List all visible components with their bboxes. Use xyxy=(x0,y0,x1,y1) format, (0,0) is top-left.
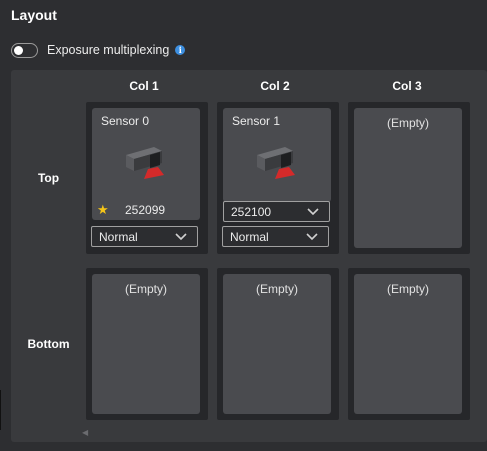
sensor-camera-icon xyxy=(257,147,295,179)
empty-tile[interactable]: (Empty) xyxy=(354,108,462,248)
layout-panel: Layout Exposure multiplexing i Col 1 Col… xyxy=(0,0,487,451)
mode-select-value: Normal xyxy=(230,229,269,244)
row-header-bottom: Bottom xyxy=(27,337,70,351)
sensor-name: Sensor 0 xyxy=(101,114,150,128)
sensor-grid: Col 1 Col 2 Col 3 Top Bottom Sensor 0 ★ … xyxy=(11,70,487,442)
serial-row: ★ 252099 xyxy=(97,202,165,218)
sensor-serial: 252099 xyxy=(125,203,166,217)
star-icon: ★ xyxy=(97,202,109,217)
chevron-down-icon xyxy=(307,208,319,216)
empty-label: (Empty) xyxy=(125,282,167,296)
row-header-top: Top xyxy=(37,171,60,185)
empty-tile[interactable]: (Empty) xyxy=(354,274,462,414)
empty-tile[interactable]: (Empty) xyxy=(223,274,331,414)
sensor-camera-icon xyxy=(126,147,164,179)
chevron-down-icon xyxy=(175,233,187,241)
exposure-multiplexing-row: Exposure multiplexing i xyxy=(11,41,186,59)
column-header-2: Col 2 xyxy=(260,79,290,93)
grid-cell-bottom-col1[interactable]: (Empty) xyxy=(86,268,208,420)
mode-select[interactable]: Normal xyxy=(91,226,198,247)
toggle-knob xyxy=(14,45,23,55)
mode-select-value: Normal xyxy=(99,229,138,244)
chevron-down-icon xyxy=(306,233,318,241)
column-header-3: Col 3 xyxy=(392,79,422,93)
grid-cell-top-col1[interactable]: Sensor 0 ★ 252099 Normal xyxy=(86,102,208,254)
scroll-left-arrow-icon[interactable]: ◀ xyxy=(82,428,88,437)
empty-label: (Empty) xyxy=(256,282,298,296)
exposure-multiplexing-label: Exposure multiplexing xyxy=(47,43,170,57)
sensor-tile[interactable]: Sensor 0 ★ 252099 xyxy=(92,108,200,220)
sensor-name: Sensor 1 xyxy=(232,114,281,128)
grid-cell-top-col2[interactable]: Sensor 1 252100 Normal xyxy=(217,102,339,254)
section-title: Layout xyxy=(11,7,57,23)
serial-select[interactable]: 252100 xyxy=(223,201,330,222)
empty-label: (Empty) xyxy=(387,116,429,130)
grid-cell-top-col3[interactable]: (Empty) xyxy=(348,102,470,254)
sensor-tile[interactable]: Sensor 1 xyxy=(223,108,331,202)
mode-select[interactable]: Normal xyxy=(222,226,329,247)
empty-label: (Empty) xyxy=(387,282,429,296)
exposure-multiplexing-toggle[interactable] xyxy=(11,42,38,58)
grid-cell-bottom-col3[interactable]: (Empty) xyxy=(348,268,470,420)
grid-cell-bottom-col2[interactable]: (Empty) xyxy=(217,268,339,420)
empty-tile[interactable]: (Empty) xyxy=(92,274,200,414)
column-header-1: Col 1 xyxy=(129,79,159,93)
serial-select-value: 252100 xyxy=(231,204,272,219)
window-edge xyxy=(0,390,1,430)
info-icon[interactable]: i xyxy=(175,45,186,55)
